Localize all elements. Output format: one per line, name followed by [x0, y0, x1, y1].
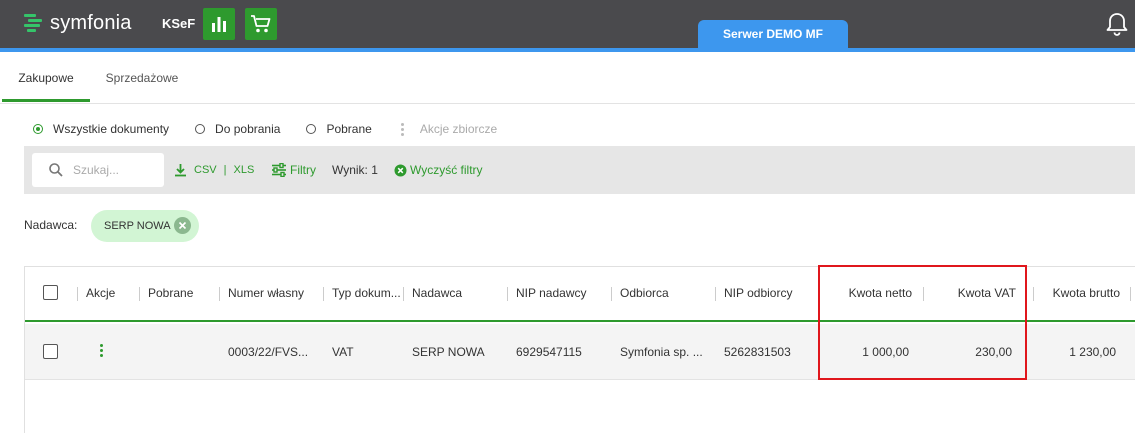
notifications-button[interactable] — [1104, 11, 1130, 37]
column-header-gross-amount[interactable]: Kwota brutto — [1035, 286, 1120, 300]
filters-button[interactable]: Filtry — [271, 161, 316, 179]
column-separator — [507, 287, 508, 301]
column-header-downloaded[interactable]: Pobrane — [148, 286, 193, 300]
column-separator — [403, 287, 404, 301]
cell-document-type: VAT — [332, 345, 354, 359]
symfonia-logo[interactable]: symfonia — [24, 12, 132, 34]
column-header-recipient[interactable]: Odbiorca — [620, 286, 669, 300]
tab-zakupowe[interactable]: Zakupowe — [2, 52, 90, 104]
highlight-frame — [818, 265, 1027, 380]
radio-label: Pobrane — [326, 122, 372, 136]
search-input[interactable] — [73, 163, 163, 177]
kebab-icon — [398, 122, 408, 137]
column-separator — [1130, 287, 1131, 301]
column-header-own-number[interactable]: Numer własny — [228, 286, 304, 300]
column-header-sender[interactable]: Nadawca — [412, 286, 462, 300]
column-header-sender-nip[interactable]: NIP nadawcy — [516, 286, 586, 300]
cell-gross-amount: 1 230,00 — [1069, 345, 1116, 359]
export-group: CSV | XLS — [174, 161, 254, 179]
analytics-button[interactable] — [203, 8, 235, 40]
logo-text: symfonia — [50, 11, 132, 34]
active-tab-indicator — [2, 99, 90, 102]
filter-chip: SERP NOWA — [91, 210, 199, 242]
column-separator — [1033, 287, 1034, 301]
column-separator — [323, 287, 324, 301]
tab-sprzedazowe[interactable]: Sprzedażowe — [92, 52, 192, 104]
row-actions-button[interactable] — [98, 343, 104, 358]
column-separator — [77, 287, 78, 301]
filters-label: Filtry — [290, 163, 316, 177]
clear-filters-button[interactable]: Wyczyść filtry — [394, 161, 483, 179]
remove-filter-button[interactable] — [174, 217, 191, 234]
radio-label: Wszystkie dokumenty — [53, 122, 170, 136]
column-separator — [715, 287, 716, 301]
radio-label: Do pobrania — [215, 122, 281, 136]
column-separator — [611, 287, 612, 301]
column-header-recipient-nip[interactable]: NIP odbiorcy — [724, 286, 792, 300]
cart-button[interactable] — [245, 8, 277, 40]
radio-unchecked-icon — [195, 124, 206, 134]
download-icon — [175, 164, 186, 177]
active-filter-label: Nadawca: — [24, 218, 78, 232]
app-name: KSeF — [162, 16, 196, 31]
radio-downloaded[interactable]: Pobrane — [306, 122, 372, 136]
column-separator — [219, 287, 220, 301]
toolbar: CSV | XLS Filtry Wynik: 1 Wyczyść filtry — [24, 146, 1135, 194]
cell-sender: SERP NOWA — [412, 345, 485, 359]
clear-filters-label: Wyczyść filtry — [410, 163, 483, 177]
radio-to-download[interactable]: Do pobrania — [195, 122, 280, 136]
result-count: Wynik: 1 — [332, 163, 378, 177]
clear-circle-icon — [394, 164, 407, 176]
radio-unchecked-icon — [306, 124, 317, 134]
column-separator — [139, 287, 140, 301]
document-status-filter: Wszystkie dokumenty Do pobrania Pobrane … — [33, 121, 523, 137]
top-bar: symfonia KSeF Serwer DEMO MF — [0, 0, 1135, 48]
column-header-actions[interactable]: Akcje — [86, 286, 115, 300]
xls-export-button[interactable]: XLS — [233, 164, 254, 176]
document-tabs: Zakupowe Sprzedażowe — [0, 52, 1135, 104]
cell-own-number: 0003/22/FVS... — [228, 345, 309, 359]
bell-icon — [1106, 13, 1128, 36]
csv-export-button[interactable]: CSV — [194, 164, 217, 176]
export-separator: | — [223, 164, 227, 176]
server-tab[interactable]: Serwer DEMO MF — [698, 20, 848, 48]
radio-checked-icon — [33, 124, 43, 134]
bulk-actions-button[interactable]: Akcje zbiorcze — [398, 122, 497, 137]
logo-mark-icon — [24, 13, 42, 33]
filter-chip-label: SERP NOWA — [104, 220, 171, 232]
bulk-actions-label: Akcje zbiorcze — [419, 122, 498, 136]
row-checkbox[interactable] — [43, 344, 58, 359]
close-icon — [178, 221, 187, 230]
sliders-icon — [272, 163, 286, 177]
cell-sender-nip: 6929547115 — [516, 345, 582, 359]
cell-recipient: Symfonia sp. ... — [620, 345, 703, 359]
select-all-checkbox[interactable] — [43, 285, 58, 300]
radio-all-documents[interactable]: Wszystkie dokumenty — [33, 122, 169, 136]
shopping-cart-icon — [251, 15, 271, 33]
search-box[interactable] — [32, 153, 164, 187]
cell-recipient-nip: 5262831503 — [724, 345, 791, 359]
column-header-document-type[interactable]: Typ dokum... — [332, 286, 401, 300]
search-icon — [49, 163, 63, 177]
bar-chart-icon — [212, 17, 226, 32]
